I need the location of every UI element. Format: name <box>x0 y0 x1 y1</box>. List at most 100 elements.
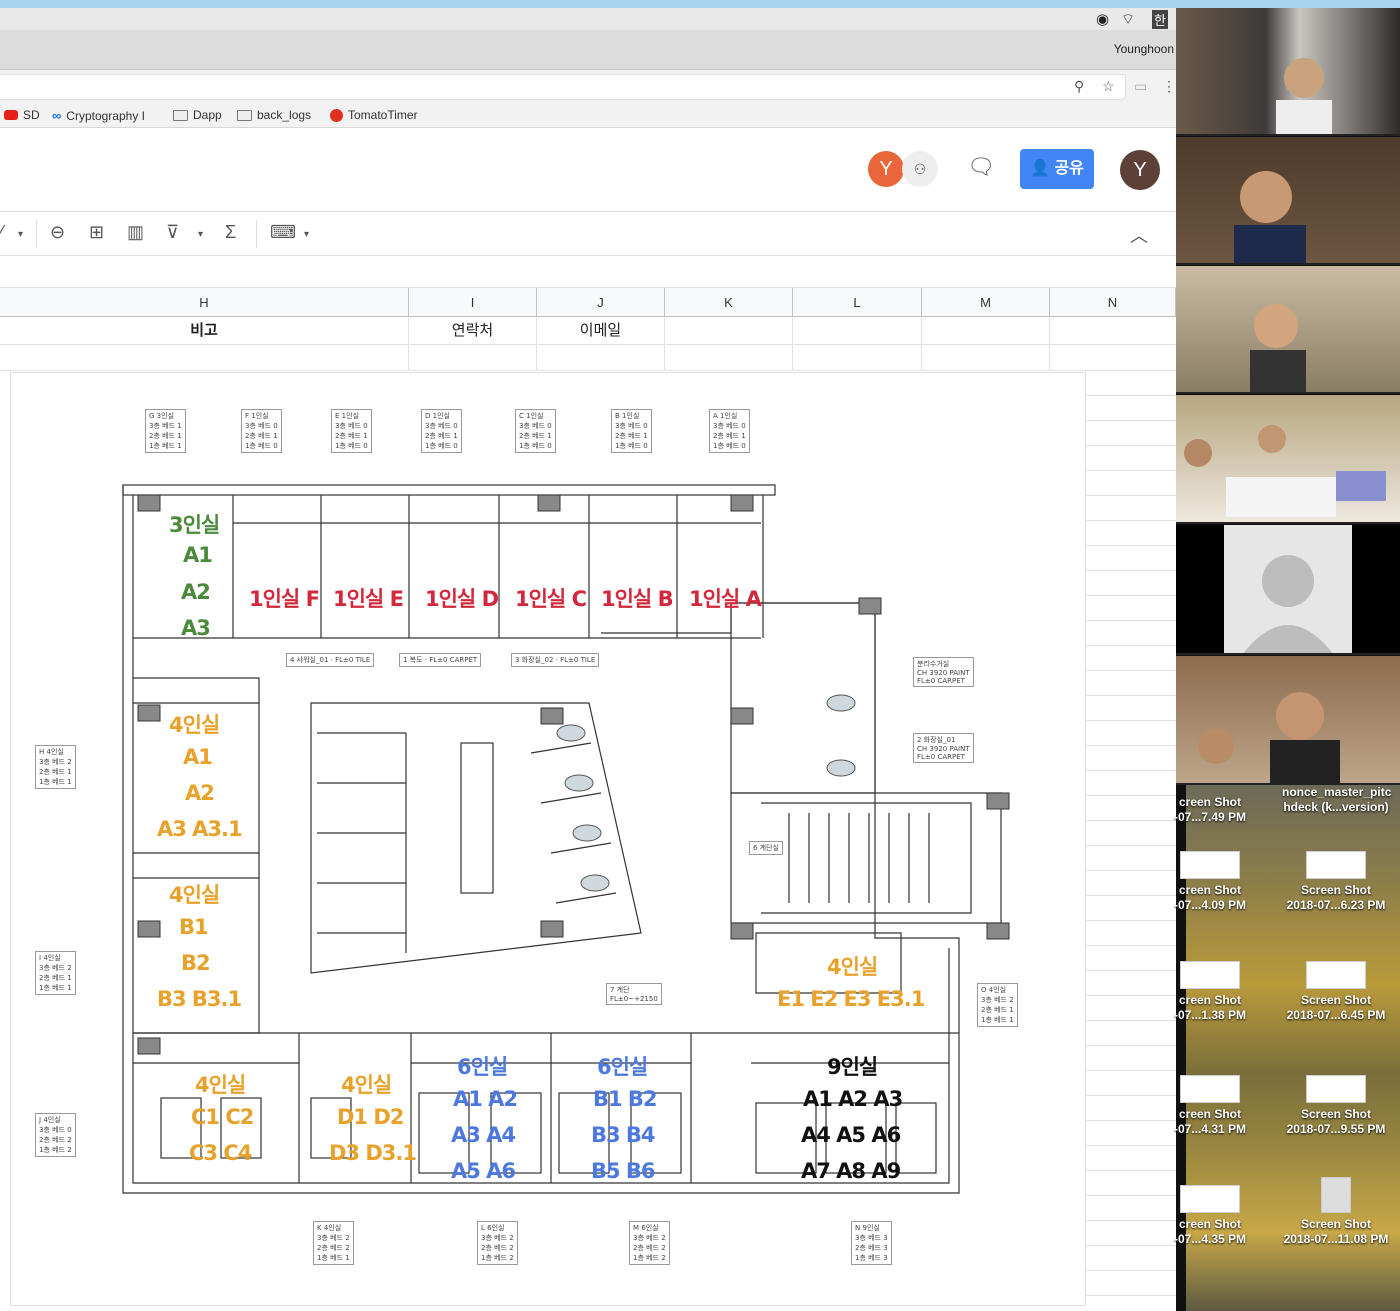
chevron-down-icon[interactable]: ▾ <box>198 229 203 240</box>
sheets-toolbar: ⁄ ▾ ⊖ ⊞ ▥ ⊽ ▾ Σ ⌨ ▾ ︿ <box>0 212 1176 256</box>
bed-count-tag: E 1인실 3층 베드 0 2층 베드 1 1층 베드 0 <box>331 409 372 453</box>
desktop-file-icon[interactable]: creen Shot -07...4.31 PM <box>1156 1075 1264 1137</box>
bookmark-label: Dapp <box>193 108 222 122</box>
share-button[interactable]: 👤 공유 <box>1020 149 1094 189</box>
bed-label: A2 <box>185 781 215 805</box>
filter-icon[interactable]: ⊽ <box>166 222 179 243</box>
bookmark-back-logs[interactable]: back_logs <box>237 108 311 122</box>
cell-email[interactable]: 이메일 <box>537 317 665 345</box>
room-9p-n-title: 9인실 <box>827 1055 878 1079</box>
bookmark-tomatotimer[interactable]: TomatoTimer <box>330 108 418 122</box>
room-6p-m-title: 6인실 <box>597 1055 648 1079</box>
desktop-file-icon[interactable]: creen Shot -07...4.09 PM <box>1156 851 1264 913</box>
desktop-file-icon[interactable]: Screen Shot 2018-07...11.08 PM <box>1282 1177 1390 1247</box>
video-participant-tile[interactable] <box>1176 525 1400 655</box>
input-tools-icon[interactable]: ⌨ <box>270 222 296 243</box>
bed-count-tag: N 9인실 3층 베드 3 2층 베드 3 1층 베드 3 <box>851 1221 892 1265</box>
account-avatar[interactable]: Y <box>1120 150 1160 190</box>
chevron-down-icon[interactable]: ▾ <box>18 229 23 240</box>
bed-label: B1 <box>179 915 209 939</box>
desktop-file-icon[interactable]: Screen Shot 2018-07...6.23 PM <box>1282 851 1390 913</box>
window-title-strip <box>0 0 1400 8</box>
bookmark-dapp[interactable]: Dapp <box>173 108 222 122</box>
folder-icon <box>237 109 252 121</box>
bookmark-label: SD <box>23 108 40 122</box>
cell[interactable] <box>537 345 665 371</box>
video-participant-tile[interactable] <box>1176 8 1400 136</box>
cell[interactable] <box>793 345 922 371</box>
collapse-icon[interactable]: ︿ <box>1130 222 1148 248</box>
bed-label: C1 C2 <box>191 1105 254 1129</box>
insert-link-icon[interactable]: ⊖ <box>50 222 65 243</box>
collaborators-more-icon[interactable]: ⚇ <box>902 151 938 187</box>
desktop-file-icon[interactable]: creen Shot -07...1.38 PM <box>1156 961 1264 1023</box>
cell[interactable] <box>665 345 793 371</box>
bookmark-sd[interactable]: SD <box>4 108 40 122</box>
desktop-file-icon[interactable]: creen Shot -07...4.35 PM <box>1156 1185 1264 1247</box>
wifi-icon[interactable]: ⌔ <box>1121 10 1135 29</box>
bed-count-tag: O 4인실 3층 베드 2 2층 베드 1 1층 베드 1 <box>977 983 1018 1027</box>
cast-icon[interactable]: ▭ <box>1134 78 1147 95</box>
bed-label: A1 A2 A3 <box>803 1087 903 1111</box>
person-add-icon: 👤 <box>1030 160 1050 177</box>
cell[interactable] <box>922 317 1050 345</box>
desktop-file-icon[interactable]: Screen Shot 2018-07...6.45 PM <box>1282 961 1390 1023</box>
file-thumbnail <box>1180 851 1240 879</box>
area-tag: 7 계단 FL±0~+2150 <box>606 983 662 1005</box>
text-color-icon[interactable]: ⁄ <box>0 222 3 243</box>
sheet-gridlines <box>1086 371 1176 1311</box>
bed-label: A3 <box>181 616 211 640</box>
address-input[interactable] <box>0 74 1126 100</box>
bed-count-tag: K 4인실 3층 베드 2 2층 베드 2 1층 베드 1 <box>313 1221 354 1265</box>
coursera-link-icon: ∞ <box>52 108 62 123</box>
video-participant-tile[interactable] <box>1176 395 1400 524</box>
bed-label: A7 A8 A9 <box>801 1159 901 1183</box>
area-tag: 3 화장실_02 · FL±0 TILE <box>511 653 600 667</box>
column-header-i[interactable]: I <box>409 288 537 317</box>
browser-menu-icon[interactable]: ⋮ <box>1162 78 1176 95</box>
cell[interactable] <box>793 317 922 345</box>
file-thumbnail <box>1180 1075 1240 1103</box>
video-participant-tile[interactable] <box>1176 137 1400 265</box>
insert-comment-icon[interactable]: ⊞ <box>89 222 104 243</box>
desktop-file-icon[interactable]: Screen Shot 2018-07...9.55 PM <box>1282 1075 1390 1137</box>
file-thumbnail <box>1306 1075 1366 1103</box>
cell[interactable] <box>409 345 537 371</box>
bed-count-tag: J 4인실 3층 베드 0 2층 베드 2 1층 베드 2 <box>35 1113 76 1157</box>
bed-label: D3 D3.1 <box>329 1141 417 1165</box>
column-header-m[interactable]: M <box>922 288 1050 317</box>
zoom-icon[interactable]: ⚲ <box>1074 78 1084 95</box>
bed-label: C3 C4 <box>189 1141 252 1165</box>
desktop-file-icon[interactable]: nonce_master_pitc hdeck (k...version) <box>1282 785 1391 815</box>
input-source-icon[interactable]: 한 <box>1152 10 1168 29</box>
column-header-n[interactable]: N <box>1050 288 1176 317</box>
cell-remarks[interactable]: 비고 <box>0 317 409 345</box>
column-header-l[interactable]: L <box>793 288 922 317</box>
chevron-down-icon[interactable]: ▾ <box>304 229 309 240</box>
video-participant-tile[interactable] <box>1176 656 1400 785</box>
column-header-k[interactable]: K <box>665 288 793 317</box>
bookmark-star-icon[interactable]: ☆ <box>1102 78 1115 95</box>
video-participant-tile[interactable] <box>1176 266 1400 394</box>
column-header-j[interactable]: J <box>537 288 665 317</box>
bed-label: B3 B4 <box>591 1123 656 1147</box>
participant-video <box>1250 304 1306 392</box>
collaborator-avatar[interactable]: Y <box>868 151 904 187</box>
profile-name[interactable]: Younghoon <box>1114 42 1174 56</box>
room-4p-o-title: 4인실 <box>827 955 878 979</box>
room-4p-k-title: 4인실 <box>341 1073 392 1097</box>
cell-contact[interactable]: 연락처 <box>409 317 537 345</box>
cell[interactable] <box>922 345 1050 371</box>
functions-icon[interactable]: Σ <box>225 222 236 243</box>
cell[interactable] <box>0 345 409 371</box>
desktop-file-icon[interactable]: creen Shot -07...7.49 PM <box>1156 795 1264 825</box>
screen-record-icon[interactable]: ◉ <box>1096 10 1109 28</box>
formula-bar[interactable] <box>0 256 1176 288</box>
comments-icon[interactable]: 🗨 <box>966 154 996 182</box>
bed-count-tag: F 1인실 3층 베드 0 2층 베드 1 1층 베드 0 <box>241 409 282 453</box>
bookmark-cryptography[interactable]: ∞ Cryptography I <box>52 108 145 123</box>
floorplan-image[interactable]: 3인실 A1 A2 A3 1인실 F 1인실 E 1인실 D 1인실 C 1인실… <box>10 372 1086 1306</box>
cell[interactable] <box>665 317 793 345</box>
column-header-h[interactable]: H <box>0 288 409 317</box>
insert-chart-icon[interactable]: ▥ <box>127 222 144 243</box>
